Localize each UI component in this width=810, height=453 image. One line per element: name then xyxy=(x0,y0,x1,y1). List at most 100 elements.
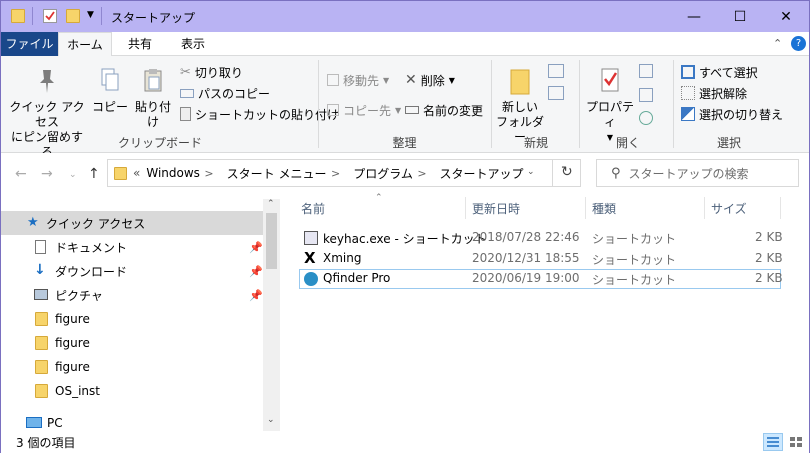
recent-locations-chevron-icon[interactable]: ⌄ xyxy=(69,170,77,180)
tab-file[interactable]: ファイル xyxy=(1,32,58,56)
column-divider[interactable] xyxy=(585,197,586,219)
up-arrow-icon[interactable]: ↑ xyxy=(88,166,100,182)
forward-arrow-icon[interactable]: → xyxy=(41,166,53,182)
dropdown-arrow-icon: ▼ xyxy=(395,105,402,115)
breadcrumb-start-menu[interactable]: スタート メニュー > xyxy=(227,165,348,182)
tab-home[interactable]: ホーム xyxy=(58,32,112,57)
divider xyxy=(32,7,33,25)
easy-access-icon[interactable] xyxy=(548,86,564,100)
sidebar-item-downloads[interactable]: ↓ ダウンロード 📌 xyxy=(1,259,263,283)
pin-icon[interactable]: 📌 xyxy=(249,289,263,302)
sidebar-item-figure-3[interactable]: figure xyxy=(1,355,263,379)
new-folder-icon xyxy=(510,69,530,95)
invert-selection-button[interactable]: 選択の切り替え xyxy=(681,104,783,124)
breadcrumb-label: プログラム xyxy=(353,166,413,181)
keyhac-shortcut-icon xyxy=(304,231,318,245)
properties-quick-icon[interactable] xyxy=(43,9,57,23)
pc-icon xyxy=(26,417,42,428)
breadcrumb-overflow[interactable]: « xyxy=(133,166,140,180)
column-divider[interactable] xyxy=(465,197,466,219)
new-item-icon[interactable] xyxy=(548,64,564,78)
edit-icon[interactable] xyxy=(639,88,653,102)
file-size: 2 KB xyxy=(755,271,783,285)
paste-button[interactable]: 貼り付け xyxy=(131,66,175,130)
rename-label: 名前の変更 xyxy=(423,103,484,118)
history-icon[interactable] xyxy=(639,111,653,125)
group-divider xyxy=(579,60,580,148)
cut-button[interactable]: ✂ 切り取り xyxy=(180,62,243,82)
maximize-button[interactable]: ☐ xyxy=(717,1,763,32)
rename-icon xyxy=(405,106,419,114)
delete-label: 削除 xyxy=(420,73,445,88)
navigation-pane: ★ クイック アクセス ドキュメント 📌 ↓ ダウンロード 📌 ピクチャ 📌 f… xyxy=(1,205,263,431)
copy-path-label: パスのコピー xyxy=(198,86,271,101)
file-row[interactable]: Qfinder Pro 2020/06/19 19:00 ショートカット 2 K… xyxy=(299,269,783,289)
search-icon: ⚲ xyxy=(611,165,621,181)
sidebar-item-documents[interactable]: ドキュメント 📌 xyxy=(1,235,263,259)
select-all-button[interactable]: すべて選択 xyxy=(681,62,758,82)
scroll-down-chevron-icon[interactable]: ⌄ xyxy=(267,415,275,425)
breadcrumb-startup[interactable]: スタートアップ xyxy=(440,165,524,182)
large-icons-view-icon[interactable] xyxy=(786,433,806,451)
search-box[interactable]: ⚲ スタートアップの検索 xyxy=(596,159,799,187)
move-to-button[interactable]: 移動先 ▼ xyxy=(327,70,389,90)
rename-button[interactable]: 名前の変更 xyxy=(405,100,483,120)
search-placeholder: スタートアップの検索 xyxy=(628,166,749,181)
address-history-chevron-icon[interactable]: ⌄ xyxy=(527,167,535,177)
paste-shortcut-button[interactable]: ショートカットの貼り付け xyxy=(180,104,339,124)
breadcrumb-windows[interactable]: Windows > xyxy=(146,166,220,180)
breadcrumb-programs[interactable]: プログラム > xyxy=(353,165,433,182)
copy-path-button[interactable]: パスのコピー xyxy=(180,83,270,103)
copy-to-icon xyxy=(327,104,339,116)
sidebar-item-os-inst[interactable]: OS_inst xyxy=(1,379,263,403)
ribbon: クイック アクセス にピン留めする コピー 貼り付け ✂ 切り取り パスのコピー… xyxy=(1,56,809,159)
star-icon: ★ xyxy=(27,215,39,230)
customize-toolbar-chevron-icon[interactable]: ▼ xyxy=(87,10,94,20)
open-icon[interactable] xyxy=(639,64,653,78)
column-header-type[interactable]: 種類 xyxy=(592,195,616,220)
dropdown-arrow-icon: ▼ xyxy=(383,75,390,85)
back-arrow-icon[interactable]: ← xyxy=(15,166,27,182)
minimize-button[interactable]: — xyxy=(671,1,717,32)
scrollbar-thumb[interactable] xyxy=(266,213,277,269)
pin-to-quick-access-button[interactable]: クイック アクセス にピン留めする xyxy=(7,66,87,160)
sidebar-item-figure-1[interactable]: figure xyxy=(1,307,263,331)
copy-button[interactable]: コピー xyxy=(91,66,129,115)
refresh-icon[interactable]: ↻ xyxy=(561,164,573,180)
copy-label: コピー xyxy=(91,100,128,114)
scroll-up-chevron-icon[interactable]: ⌃ xyxy=(267,199,275,209)
file-name: Xming xyxy=(323,251,362,265)
sidebar-item-label: ピクチャ xyxy=(55,288,103,303)
column-divider[interactable] xyxy=(704,197,705,219)
column-header-name[interactable]: 名前 xyxy=(301,195,325,220)
select-none-button[interactable]: 選択解除 xyxy=(681,83,747,103)
address-bar[interactable]: « Windows > スタート メニュー > プログラム > スタートアップ … xyxy=(107,159,581,187)
paste-shortcut-icon xyxy=(180,107,191,121)
tab-share[interactable]: 共有 xyxy=(118,32,162,56)
divider xyxy=(101,7,102,25)
delete-button[interactable]: ✕ 削除 ▼ xyxy=(405,70,455,90)
sidebar-item-figure-2[interactable]: figure xyxy=(1,331,263,355)
select-none-icon xyxy=(681,86,695,100)
pin-icon[interactable]: 📌 xyxy=(249,241,263,254)
column-header-date[interactable]: 更新日時 xyxy=(472,195,520,220)
sidebar-item-pictures[interactable]: ピクチャ 📌 xyxy=(1,283,263,307)
help-icon[interactable]: ? xyxy=(791,36,806,51)
copy-to-button[interactable]: コピー先 ▼ xyxy=(327,100,401,120)
group-divider xyxy=(491,60,492,148)
column-header-size[interactable]: サイズ xyxy=(711,195,747,220)
close-button[interactable]: ✕ xyxy=(763,1,809,32)
document-icon xyxy=(35,240,46,254)
new-folder-quick-icon[interactable] xyxy=(66,9,80,23)
sidebar-item-quick-access[interactable]: ★ クイック アクセス xyxy=(1,211,263,235)
tab-view[interactable]: 表示 xyxy=(171,32,215,56)
folder-icon xyxy=(11,9,25,23)
collapse-ribbon-chevron-icon[interactable]: ⌃ xyxy=(773,37,782,50)
details-view-icon[interactable] xyxy=(763,433,783,451)
sidebar-scrollbar[interactable]: ⌃ ⌄ xyxy=(263,199,280,431)
pin-icon[interactable]: 📌 xyxy=(249,265,263,278)
file-row[interactable]: keyhac.exe - ショートカット 2018/07/28 22:46 ショ… xyxy=(299,228,783,248)
file-row[interactable]: X Xming 2020/12/31 18:55 ショートカット 2 KB xyxy=(299,249,783,269)
sidebar-item-label: PC xyxy=(47,416,63,430)
column-divider[interactable] xyxy=(780,197,781,219)
